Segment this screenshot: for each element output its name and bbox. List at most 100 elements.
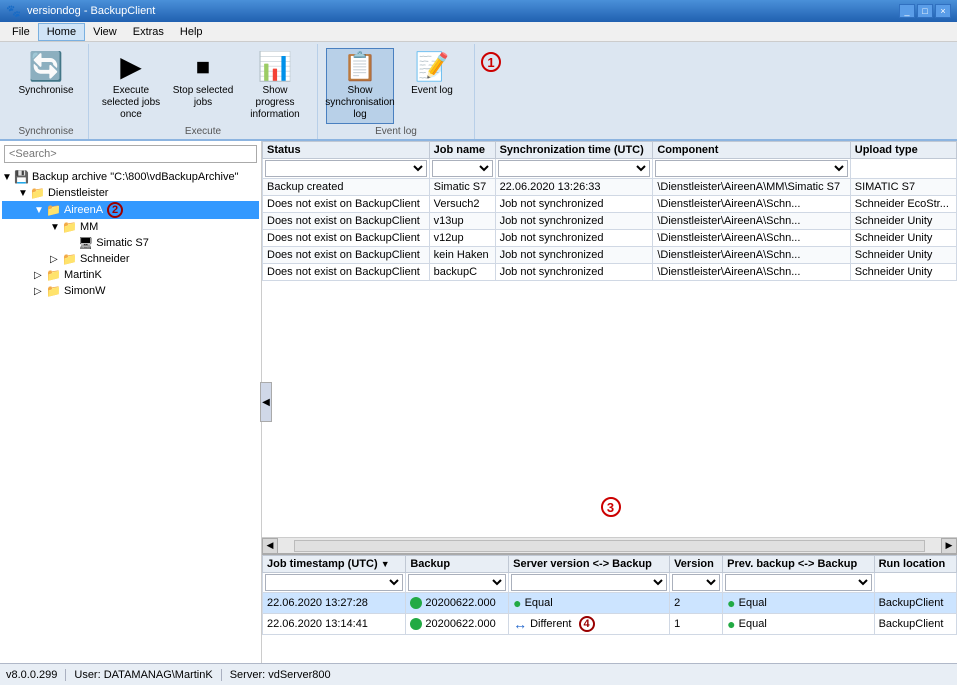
- app-icon: 🐾: [6, 4, 21, 18]
- menu-view[interactable]: View: [85, 24, 125, 40]
- cell-synctime: Job not synchronized: [495, 264, 653, 281]
- tree-toggle-martink[interactable]: ▷: [34, 270, 46, 281]
- stop-jobs-button[interactable]: ⏹ Stop selected jobs: [169, 48, 237, 124]
- upper-table-row[interactable]: Does not exist on BackupClient v12up Job…: [263, 230, 957, 247]
- upper-table-row[interactable]: Does not exist on BackupClient kein Hake…: [263, 247, 957, 264]
- filter-pb[interactable]: [723, 573, 874, 593]
- filter-backup-select[interactable]: [408, 574, 506, 591]
- cell-jobname: Simatic S7: [429, 179, 495, 196]
- filter-sv-select[interactable]: [511, 574, 667, 591]
- event-log-button[interactable]: 📝 Event log: [398, 48, 466, 124]
- upper-table-row[interactable]: Does not exist on BackupClient Versuch2 …: [263, 196, 957, 213]
- filter-synctime-select[interactable]: [498, 160, 651, 177]
- filter-jobname[interactable]: [429, 159, 495, 179]
- badge-2: 2: [107, 202, 123, 218]
- badge-1: 1: [481, 52, 501, 72]
- status-bar: v8.0.0.299 User: DATAMANAG\MartinK Serve…: [0, 663, 957, 685]
- tree-toggle-aireena[interactable]: ▼: [34, 205, 46, 216]
- maximize-button[interactable]: □: [917, 4, 933, 18]
- filter-rl[interactable]: [874, 573, 956, 593]
- bottom-table-row[interactable]: 22.06.2020 13:14:41 20200622.000 ↔Differ…: [263, 614, 957, 635]
- tree-label-simatic: Simatic S7: [96, 237, 149, 249]
- filter-sv[interactable]: [509, 573, 670, 593]
- tree-item-martink[interactable]: ▷ 📁 MartinK: [2, 267, 259, 283]
- col-header-version: Version: [670, 556, 723, 573]
- tree-item-mm[interactable]: ▼ 📁 MM: [2, 219, 259, 235]
- execute-once-label: Execute selected jobs once: [100, 85, 162, 121]
- filter-timestamp[interactable]: [263, 573, 406, 593]
- cell-jobname: v13up: [429, 213, 495, 230]
- filter-uploadtype[interactable]: [850, 159, 956, 179]
- tree-item-aireena[interactable]: ▼ 📁 AireenA 2: [2, 201, 259, 219]
- bottom-table-row[interactable]: 22.06.2020 13:27:28 20200622.000 ●Equal …: [263, 593, 957, 614]
- cell-synctime: Job not synchronized: [495, 230, 653, 247]
- tree-item-dienstleister[interactable]: ▼ 📁 Dienstleister: [2, 185, 259, 201]
- menu-home[interactable]: Home: [38, 23, 85, 41]
- filter-ver-select[interactable]: [672, 574, 720, 591]
- tree-item-root[interactable]: ▼ 💾 Backup archive "C:\800\vdBackupArchi…: [2, 169, 259, 185]
- status-server: Server: vdServer800: [230, 669, 331, 681]
- data-panel: Status Job name Synchronization time (UT…: [262, 141, 957, 663]
- upper-table-row[interactable]: Backup created Simatic S7 22.06.2020 13:…: [263, 179, 957, 196]
- window-controls[interactable]: _ □ ×: [899, 4, 951, 18]
- upper-table-row[interactable]: Does not exist on BackupClient backupC J…: [263, 264, 957, 281]
- scroll-left-button[interactable]: ◀: [262, 538, 278, 554]
- cell-jobname: backupC: [429, 264, 495, 281]
- cell-component: \Dienstleister\AireenA\Schn...: [653, 196, 850, 213]
- cell-uploadtype: Schneider Unity: [850, 230, 956, 247]
- cell-status: Does not exist on BackupClient: [263, 196, 430, 213]
- menu-help[interactable]: Help: [172, 24, 211, 40]
- scroll-right-button[interactable]: ▶: [941, 538, 957, 554]
- tree-toggle-schneider[interactable]: ▷: [50, 254, 62, 265]
- tree-toggle-simonw[interactable]: ▷: [34, 286, 46, 297]
- filter-component-select[interactable]: [655, 160, 847, 177]
- minimize-button[interactable]: _: [899, 4, 915, 18]
- filter-component[interactable]: [653, 159, 850, 179]
- tree-item-simatic-s7[interactable]: ▷ 🖥 Simatic S7: [2, 235, 259, 251]
- execute-once-button[interactable]: ▶ Execute selected jobs once: [97, 48, 165, 124]
- cell-uploadtype: Schneider Unity: [850, 247, 956, 264]
- cell-prev-backup: ●Equal: [723, 593, 874, 614]
- upper-table-row[interactable]: Does not exist on BackupClient v13up Job…: [263, 213, 957, 230]
- cell-synctime: Job not synchronized: [495, 247, 653, 264]
- filter-synctime[interactable]: [495, 159, 653, 179]
- show-sync-log-icon: 📋: [343, 53, 378, 81]
- collapse-sidebar-button[interactable]: ◀: [260, 382, 272, 422]
- filter-timestamp-select[interactable]: [265, 574, 403, 591]
- tree-toggle-root[interactable]: ▼: [2, 172, 14, 183]
- filter-pb-select[interactable]: [725, 574, 871, 591]
- filter-status-select[interactable]: [265, 160, 427, 177]
- tree-item-schneider[interactable]: ▷ 📁 Schneider: [2, 251, 259, 267]
- filter-jobname-select[interactable]: [432, 160, 493, 177]
- cell-run-location: BackupClient: [874, 593, 956, 614]
- show-progress-icon: 📊: [258, 53, 293, 81]
- show-progress-button[interactable]: 📊 Show progress information: [241, 48, 309, 124]
- synchronise-button[interactable]: 🔄 Synchronise: [12, 48, 80, 124]
- scrollbar-track[interactable]: [294, 540, 925, 552]
- cell-version: 2: [670, 593, 723, 614]
- col-header-uploadtype: Upload type: [850, 142, 956, 159]
- main-area: ▼ 💾 Backup archive "C:\800\vdBackupArchi…: [0, 141, 957, 663]
- filter-status[interactable]: [263, 159, 430, 179]
- tree-toggle-dienstleister[interactable]: ▼: [18, 188, 30, 199]
- col-header-synctime: Synchronization time (UTC): [495, 142, 653, 159]
- tree-item-simonw[interactable]: ▷ 📁 SimonW: [2, 283, 259, 299]
- col-header-run-location: Run location: [874, 556, 956, 573]
- tree-label-dienstleister: Dienstleister: [48, 187, 109, 199]
- menu-file[interactable]: File: [4, 24, 38, 40]
- filter-ver[interactable]: [670, 573, 723, 593]
- filter-backup[interactable]: [406, 573, 509, 593]
- tree-area: ▼ 💾 Backup archive "C:\800\vdBackupArchi…: [0, 167, 261, 663]
- col-header-status: Status: [263, 142, 430, 159]
- cell-status: Does not exist on BackupClient: [263, 230, 430, 247]
- tree-toggle-mm[interactable]: ▼: [50, 222, 62, 233]
- cell-backup: 20200622.000: [406, 593, 509, 614]
- search-input[interactable]: [4, 145, 257, 163]
- close-button[interactable]: ×: [935, 4, 951, 18]
- show-sync-log-button[interactable]: 📋 Show synchronisation log: [326, 48, 394, 124]
- cell-timestamp: 22.06.2020 13:27:28: [263, 593, 406, 614]
- menu-extras[interactable]: Extras: [125, 24, 172, 40]
- ribbon-group-eventlog-label: Event log: [375, 124, 417, 137]
- title-bar-text: versiondog - BackupClient: [27, 5, 155, 17]
- horizontal-scrollbar[interactable]: ◀ ▶: [262, 537, 957, 553]
